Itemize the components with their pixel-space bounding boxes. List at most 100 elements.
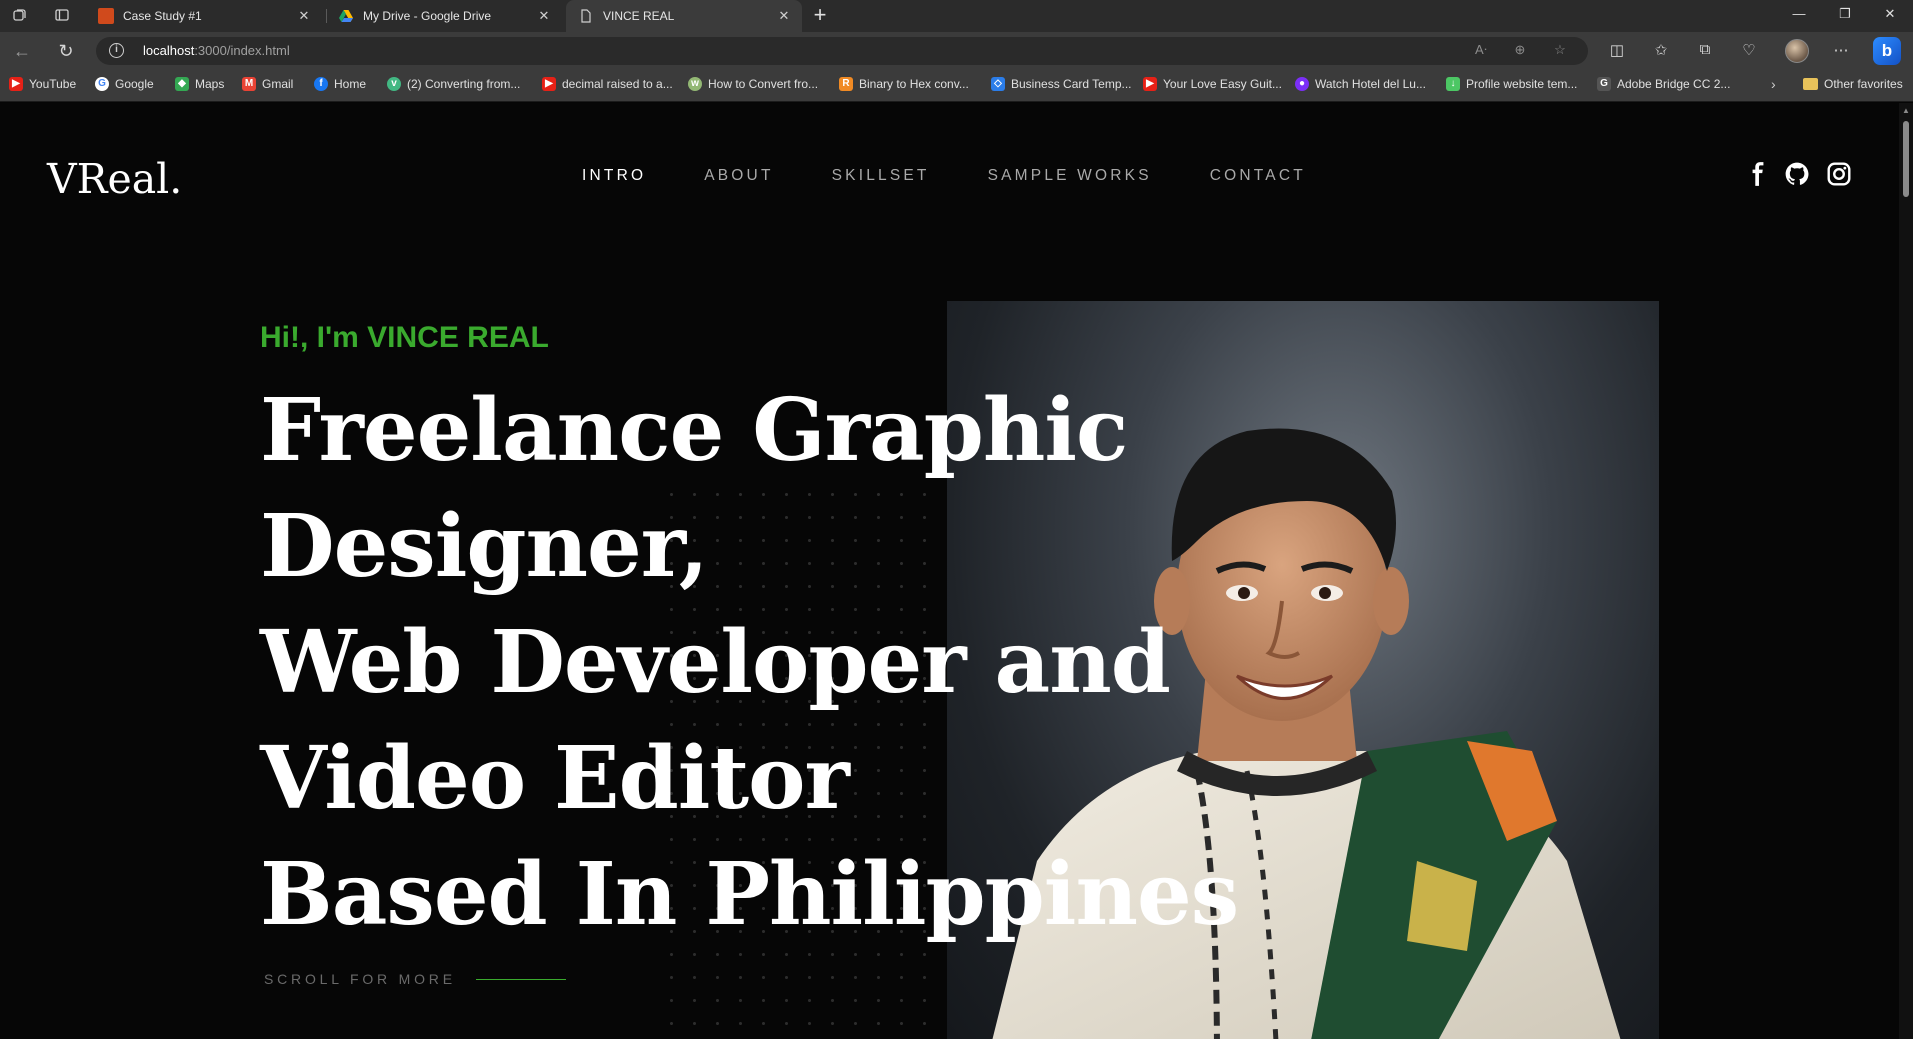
hero-greeting: Hi!, I'm VINCE REAL (260, 321, 549, 354)
bookmark-label: How to Convert fro... (708, 77, 819, 91)
scrollbar-thumb[interactable] (1903, 121, 1909, 197)
slides-icon (98, 8, 114, 24)
restore-button[interactable]: ❐ (1822, 6, 1868, 22)
hero-headline: Freelance Graphic Designer, Web Develope… (260, 373, 1239, 953)
vuejs-icon: v (387, 77, 401, 91)
page-scrollbar[interactable]: ▲ (1899, 103, 1913, 1039)
bookmark-label: Google (115, 77, 154, 91)
browser-essentials-icon[interactable]: ♡ (1739, 41, 1759, 59)
close-icon[interactable]: ✕ (296, 8, 312, 24)
bookmark-item[interactable]: R Binary to Hex conv... (839, 77, 969, 91)
bookmark-item[interactable]: M Gmail (242, 77, 293, 91)
bookmark-label: Maps (195, 77, 225, 91)
scroll-up-arrow-icon[interactable]: ▲ (1902, 106, 1910, 115)
bookmark-item[interactable]: ● Watch Hotel del Lu... (1295, 77, 1426, 91)
bookmark-item[interactable]: f Home (314, 77, 366, 91)
minimize-button[interactable]: — (1776, 6, 1822, 21)
instagram-icon[interactable] (1826, 161, 1852, 187)
close-window-button[interactable]: ✕ (1867, 6, 1913, 22)
bookmark-item[interactable]: w How to Convert fro... (688, 77, 818, 91)
favorite-star-icon[interactable]: ☆ (1551, 42, 1569, 58)
bookmark-label: Watch Hotel del Lu... (1315, 77, 1426, 91)
split-screen-icon[interactable]: ◫ (1607, 41, 1627, 59)
bookmark-item[interactable]: v (2) Converting from... (387, 77, 520, 91)
new-tab-button[interactable]: + (808, 4, 832, 28)
browser-toolbar: ← ↻ i localhost:3000/index.html Aᐧ ⊕ ☆ ◫… (0, 32, 1913, 69)
tab-google-drive[interactable]: My Drive - Google Drive ✕ (326, 0, 562, 32)
youtube-icon: ▶ (542, 77, 556, 91)
refresh-button[interactable]: ↻ (55, 40, 77, 62)
address-bar[interactable]: i localhost:3000/index.html Aᐧ ⊕ ☆ (96, 37, 1588, 65)
scroll-label: SCROLL FOR MORE (264, 971, 456, 987)
bookmark-item[interactable]: ▶ decimal raised to a... (542, 77, 673, 91)
accent-line (475, 978, 566, 980)
bookmark-label: decimal raised to a... (562, 77, 673, 91)
bookmark-label: Binary to Hex conv... (859, 77, 969, 91)
other-favorites-folder[interactable]: Other favorites (1803, 77, 1903, 91)
back-button[interactable]: ← (11, 40, 33, 62)
stream-icon: ● (1295, 77, 1309, 91)
facebook-icon: f (314, 77, 328, 91)
tab-title: Case Study #1 (123, 9, 202, 23)
youtube-icon: ▶ (1143, 77, 1157, 91)
url-path: :3000/index.html (194, 43, 290, 58)
bookmark-item[interactable]: ◆ Maps (175, 77, 224, 91)
bing-copilot-icon[interactable]: b (1873, 37, 1901, 65)
tab-actions-icon[interactable] (53, 7, 71, 25)
bookmark-label: Business Card Temp... (1011, 77, 1132, 91)
headline-line: Video Editor (260, 728, 850, 829)
maps-icon: ◆ (175, 77, 189, 91)
bookmark-item[interactable]: ↓ Profile website tem... (1446, 77, 1577, 91)
google-drive-icon (338, 8, 354, 24)
nav-link-contact[interactable]: CONTACT (1210, 167, 1306, 185)
collections-icon[interactable]: ⧉ (1695, 41, 1715, 58)
bookmark-item[interactable]: G Adobe Bridge CC 2... (1597, 77, 1730, 91)
workspaces-icon[interactable] (11, 7, 29, 25)
tab-title: VINCE REAL (603, 9, 675, 23)
headline-line: Designer, (260, 496, 709, 597)
vistaprint-icon: ◇ (991, 77, 1005, 91)
tab-title: My Drive - Google Drive (363, 9, 492, 23)
site-info-icon[interactable]: i (109, 43, 124, 58)
google-icon: G (95, 77, 109, 91)
freepik-icon: ↓ (1446, 77, 1460, 91)
bookmark-item[interactable]: ▶ YouTube (9, 77, 76, 91)
gmail-icon: M (242, 77, 256, 91)
scroll-for-more-link[interactable]: SCROLL FOR MORE (264, 971, 566, 987)
page-icon (578, 8, 594, 24)
bookmarks-bar: ▶ YouTube G Google ◆ Maps M Gmail f Home v (2)… (0, 69, 1913, 102)
headline-line: Based In Philippines (260, 844, 1239, 945)
page-viewport: VReal. INTRO ABOUT SKILLSET SAMPLE WORKS… (0, 103, 1899, 1039)
bookmark-label: (2) Converting from... (407, 77, 521, 91)
tab-vince-real[interactable]: VINCE REAL ✕ (566, 0, 802, 32)
nav-link-intro[interactable]: INTRO (582, 167, 646, 185)
headline-line: Freelance Graphic (260, 380, 1128, 481)
nav-link-skillset[interactable]: SKILLSET (832, 167, 930, 185)
bookmark-item[interactable]: ◇ Business Card Temp... (991, 77, 1132, 91)
youtube-icon: ▶ (9, 77, 23, 91)
browser-tab-bar: Case Study #1 ✕ My Drive - Google Drive … (0, 0, 1913, 32)
url-text[interactable]: localhost:3000/index.html (143, 43, 290, 58)
close-icon[interactable]: ✕ (536, 8, 552, 24)
facebook-icon[interactable] (1745, 161, 1771, 187)
bookmark-item[interactable]: G Google (95, 77, 154, 91)
nav-link-sample-works[interactable]: SAMPLE WORKS (988, 167, 1152, 185)
rapidtables-icon: R (839, 77, 853, 91)
nav-link-about[interactable]: ABOUT (704, 167, 773, 185)
headline-line: Web Developer and (260, 612, 1171, 713)
profile-avatar[interactable] (1785, 39, 1809, 63)
bookmark-label: Adobe Bridge CC 2... (1617, 77, 1731, 91)
bookmark-label: Gmail (262, 77, 294, 91)
close-icon[interactable]: ✕ (776, 8, 792, 24)
chevron-right-icon[interactable]: › (1771, 76, 1776, 92)
zoom-icon[interactable]: ⊕ (1511, 42, 1529, 58)
favorites-icon[interactable]: ✩ (1651, 41, 1671, 59)
github-icon[interactable] (1784, 161, 1810, 187)
read-aloud-icon[interactable]: Aᐧ (1472, 42, 1490, 58)
site-logo[interactable]: VReal. (47, 155, 182, 203)
wikihow-icon: w (688, 77, 702, 91)
main-nav: INTRO ABOUT SKILLSET SAMPLE WORKS CONTAC… (582, 167, 1364, 185)
tab-case-study[interactable]: Case Study #1 ✕ (86, 0, 322, 32)
bookmark-item[interactable]: ▶ Your Love Easy Guit... (1143, 77, 1282, 91)
more-menu-icon[interactable]: ⋯ (1831, 41, 1851, 59)
